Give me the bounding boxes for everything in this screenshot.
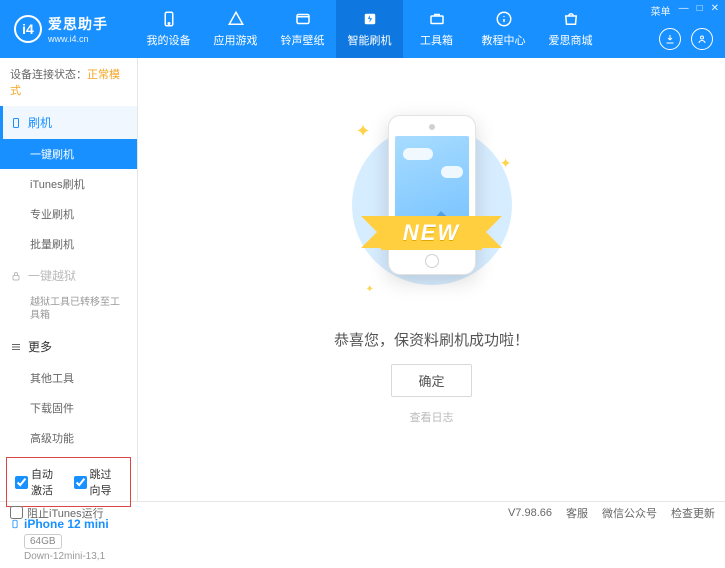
sparkle-icon: ✦: [500, 155, 512, 172]
nav-label: 我的设备: [147, 32, 191, 48]
checkbox-options: 自动激活 跳过向导: [6, 457, 131, 507]
nav-ringtones[interactable]: 铃声壁纸: [269, 0, 336, 58]
section-title: 更多: [28, 338, 52, 355]
section-more[interactable]: 更多: [0, 330, 137, 363]
main-content: NEW ✦ ✦ ✦ 恭喜您，保资料刷机成功啦！ 确定 查看日志: [138, 58, 725, 501]
view-log-link[interactable]: 查看日志: [410, 409, 454, 425]
nav-label: 铃声壁纸: [281, 32, 325, 48]
tutorial-icon: [495, 10, 513, 28]
user-icon: [696, 33, 708, 45]
jailbreak-note: 越狱工具已转移至工具箱: [0, 292, 137, 330]
block-itunes-label: 阻止iTunes运行: [27, 505, 104, 521]
section-flash[interactable]: 刷机: [0, 106, 137, 139]
sidebar-item-pro-flash[interactable]: 专业刷机: [0, 199, 137, 229]
connection-status: 设备连接状态：正常模式: [0, 58, 137, 106]
device-storage: 64GB: [24, 534, 62, 549]
checkbox-label: 跳过向导: [90, 466, 123, 498]
store-icon: [562, 10, 580, 28]
logo-icon: i4: [14, 15, 42, 43]
flash-icon: [361, 10, 379, 28]
user-button[interactable]: [691, 28, 713, 50]
nav-tutorials[interactable]: 教程中心: [470, 0, 537, 58]
nav-store[interactable]: 爱思商城: [537, 0, 604, 58]
brand-name: 爱思助手: [48, 14, 108, 34]
lock-icon: [10, 270, 22, 282]
download-icon: [664, 33, 676, 45]
window-controls: 菜单 — □ ✕: [651, 3, 719, 18]
sidebar-item-download-firmware[interactable]: 下载固件: [0, 393, 137, 423]
nav-label: 应用游戏: [214, 32, 258, 48]
sidebar-item-other-tools[interactable]: 其他工具: [0, 363, 137, 393]
nav-label: 爱思商城: [549, 32, 593, 48]
header-right: [659, 28, 713, 50]
wechat-link[interactable]: 微信公众号: [602, 505, 657, 521]
ringtone-icon: [294, 10, 312, 28]
logo-area: i4 爱思助手 www.i4.cn: [0, 14, 135, 44]
support-link[interactable]: 客服: [566, 505, 588, 521]
nav-smart-flash[interactable]: 智能刷机: [336, 0, 403, 58]
checkbox-label: 自动激活: [31, 466, 64, 498]
new-ribbon: NEW: [381, 216, 482, 250]
nav-apps[interactable]: 应用游戏: [202, 0, 269, 58]
sparkle-icon: ✦: [356, 121, 371, 142]
list-icon: [10, 341, 22, 353]
check-update-link[interactable]: 检查更新: [671, 505, 715, 521]
app-header: i4 爱思助手 www.i4.cn 我的设备 应用游戏 铃声壁纸 智能刷机 工具…: [0, 0, 725, 58]
main-nav: 我的设备 应用游戏 铃声壁纸 智能刷机 工具箱 教程中心 爱思商城: [135, 0, 604, 58]
skip-guide-checkbox[interactable]: [74, 476, 87, 489]
sidebar-item-advanced[interactable]: 高级功能: [0, 423, 137, 453]
download-button[interactable]: [659, 28, 681, 50]
sparkle-icon: ✦: [366, 284, 374, 295]
auto-activate-checkbox[interactable]: [15, 476, 28, 489]
minimize-button[interactable]: —: [679, 3, 689, 18]
sidebar-item-itunes-flash[interactable]: iTunes刷机: [0, 169, 137, 199]
sidebar-item-batch-flash[interactable]: 批量刷机: [0, 229, 137, 259]
toolbox-icon: [428, 10, 446, 28]
nav-label: 工具箱: [420, 32, 453, 48]
checkbox-skip-guide[interactable]: 跳过向导: [74, 466, 123, 498]
phone-icon: [160, 10, 178, 28]
block-itunes-checkbox[interactable]: [10, 506, 23, 519]
ok-button[interactable]: 确定: [391, 364, 471, 397]
sidebar-item-oneclick-flash[interactable]: 一键刷机: [0, 139, 137, 169]
success-message: 恭喜您，保资料刷机成功啦！: [334, 329, 529, 350]
success-illustration: NEW ✦ ✦ ✦: [352, 115, 512, 305]
apps-icon: [227, 10, 245, 28]
menu-button[interactable]: 菜单: [651, 3, 671, 18]
nav-toolbox[interactable]: 工具箱: [403, 0, 470, 58]
nav-label: 智能刷机: [348, 32, 392, 48]
brand-url: www.i4.cn: [48, 34, 108, 44]
sidebar: 设备连接状态：正常模式 刷机 一键刷机 iTunes刷机 专业刷机 批量刷机 一…: [0, 58, 138, 501]
close-button[interactable]: ✕: [711, 3, 719, 18]
nav-label: 教程中心: [482, 32, 526, 48]
phone-small-icon: [10, 117, 22, 129]
version-label: V7.98.66: [508, 507, 552, 519]
section-title: 刷机: [28, 114, 52, 131]
section-jailbreak: 一键越狱: [0, 259, 137, 292]
status-label: 设备连接状态：: [10, 69, 87, 81]
section-title: 一键越狱: [28, 267, 76, 284]
maximize-button[interactable]: □: [697, 3, 703, 18]
nav-my-device[interactable]: 我的设备: [135, 0, 202, 58]
checkbox-auto-activate[interactable]: 自动激活: [15, 466, 64, 498]
device-firmware-note: Down-12mini-13,1: [10, 551, 127, 562]
